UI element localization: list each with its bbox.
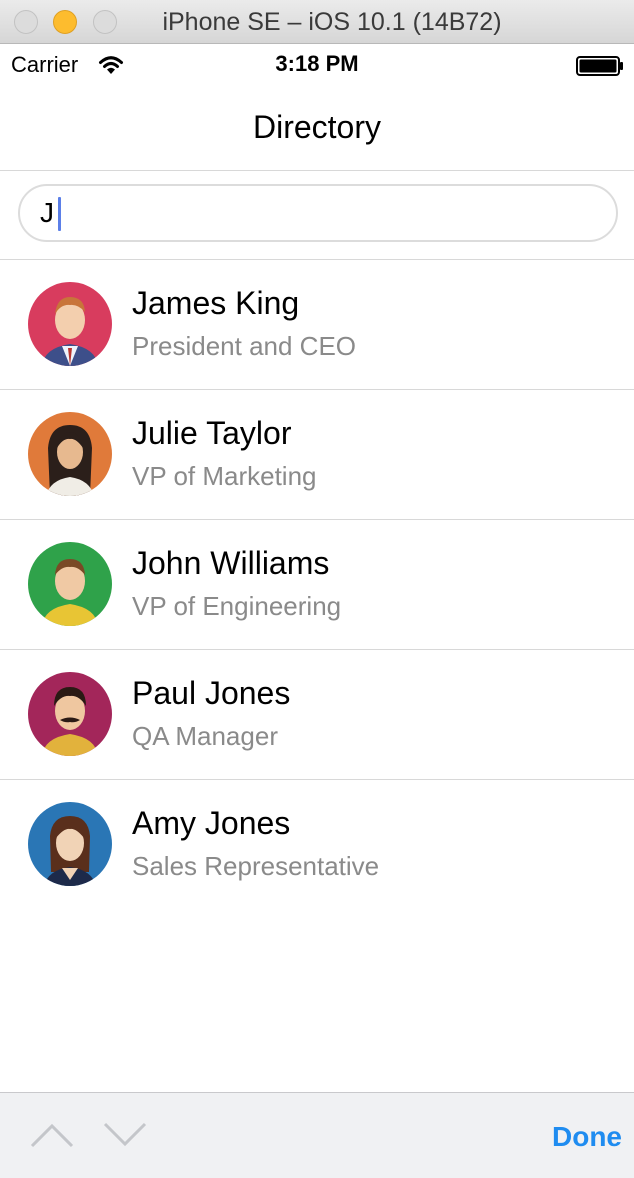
avatar: [28, 412, 112, 496]
list-item[interactable]: Julie Taylor VP of Marketing: [0, 390, 634, 520]
employee-name: James King: [132, 285, 300, 321]
employee-name: John Williams: [132, 545, 330, 581]
employee-title: VP of Engineering: [132, 591, 342, 621]
page-title: Directory: [252, 109, 381, 145]
battery-icon: [576, 56, 624, 81]
employee-name: Julie Taylor: [132, 415, 292, 451]
keyboard-accessory-bar: Done: [0, 1092, 634, 1178]
navigation-bar: Directory: [0, 84, 634, 171]
search-bar: J: [0, 171, 634, 260]
employee-name: Paul Jones: [132, 675, 291, 711]
list-item[interactable]: Paul Jones QA Manager: [0, 650, 634, 780]
list-item[interactable]: James King President and CEO: [0, 260, 634, 390]
employee-list: James King President and CEO Julie Taylo…: [0, 260, 634, 910]
employee-name: Amy Jones: [132, 805, 291, 841]
list-item[interactable]: John Williams VP of Engineering: [0, 520, 634, 650]
text-cursor: [58, 197, 61, 231]
chevron-up-icon: [30, 1123, 74, 1148]
chevron-down-icon: [103, 1122, 147, 1147]
status-bar: Carrier 3:18 PM: [0, 44, 634, 84]
simulator-title-bar: iPhone SE – iOS 10.1 (14B72): [0, 0, 634, 44]
employee-title: VP of Marketing: [132, 461, 317, 491]
status-time: 3:18 PM: [275, 51, 359, 76]
avatar: [28, 282, 112, 366]
avatar: [28, 672, 112, 756]
avatar: [28, 542, 112, 626]
search-input[interactable]: J: [18, 184, 618, 242]
employee-title: Sales Representative: [132, 851, 380, 881]
window-title: iPhone SE – iOS 10.1 (14B72): [162, 8, 502, 36]
avatar: [28, 802, 112, 886]
search-input-value: J: [40, 197, 54, 228]
employee-title: QA Manager: [132, 721, 278, 751]
next-field-button[interactable]: [103, 1121, 147, 1154]
done-button[interactable]: Done: [552, 1121, 622, 1153]
employee-title: President and CEO: [132, 331, 357, 361]
list-item[interactable]: Amy Jones Sales Representative: [0, 780, 634, 910]
previous-field-button[interactable]: [30, 1121, 74, 1154]
